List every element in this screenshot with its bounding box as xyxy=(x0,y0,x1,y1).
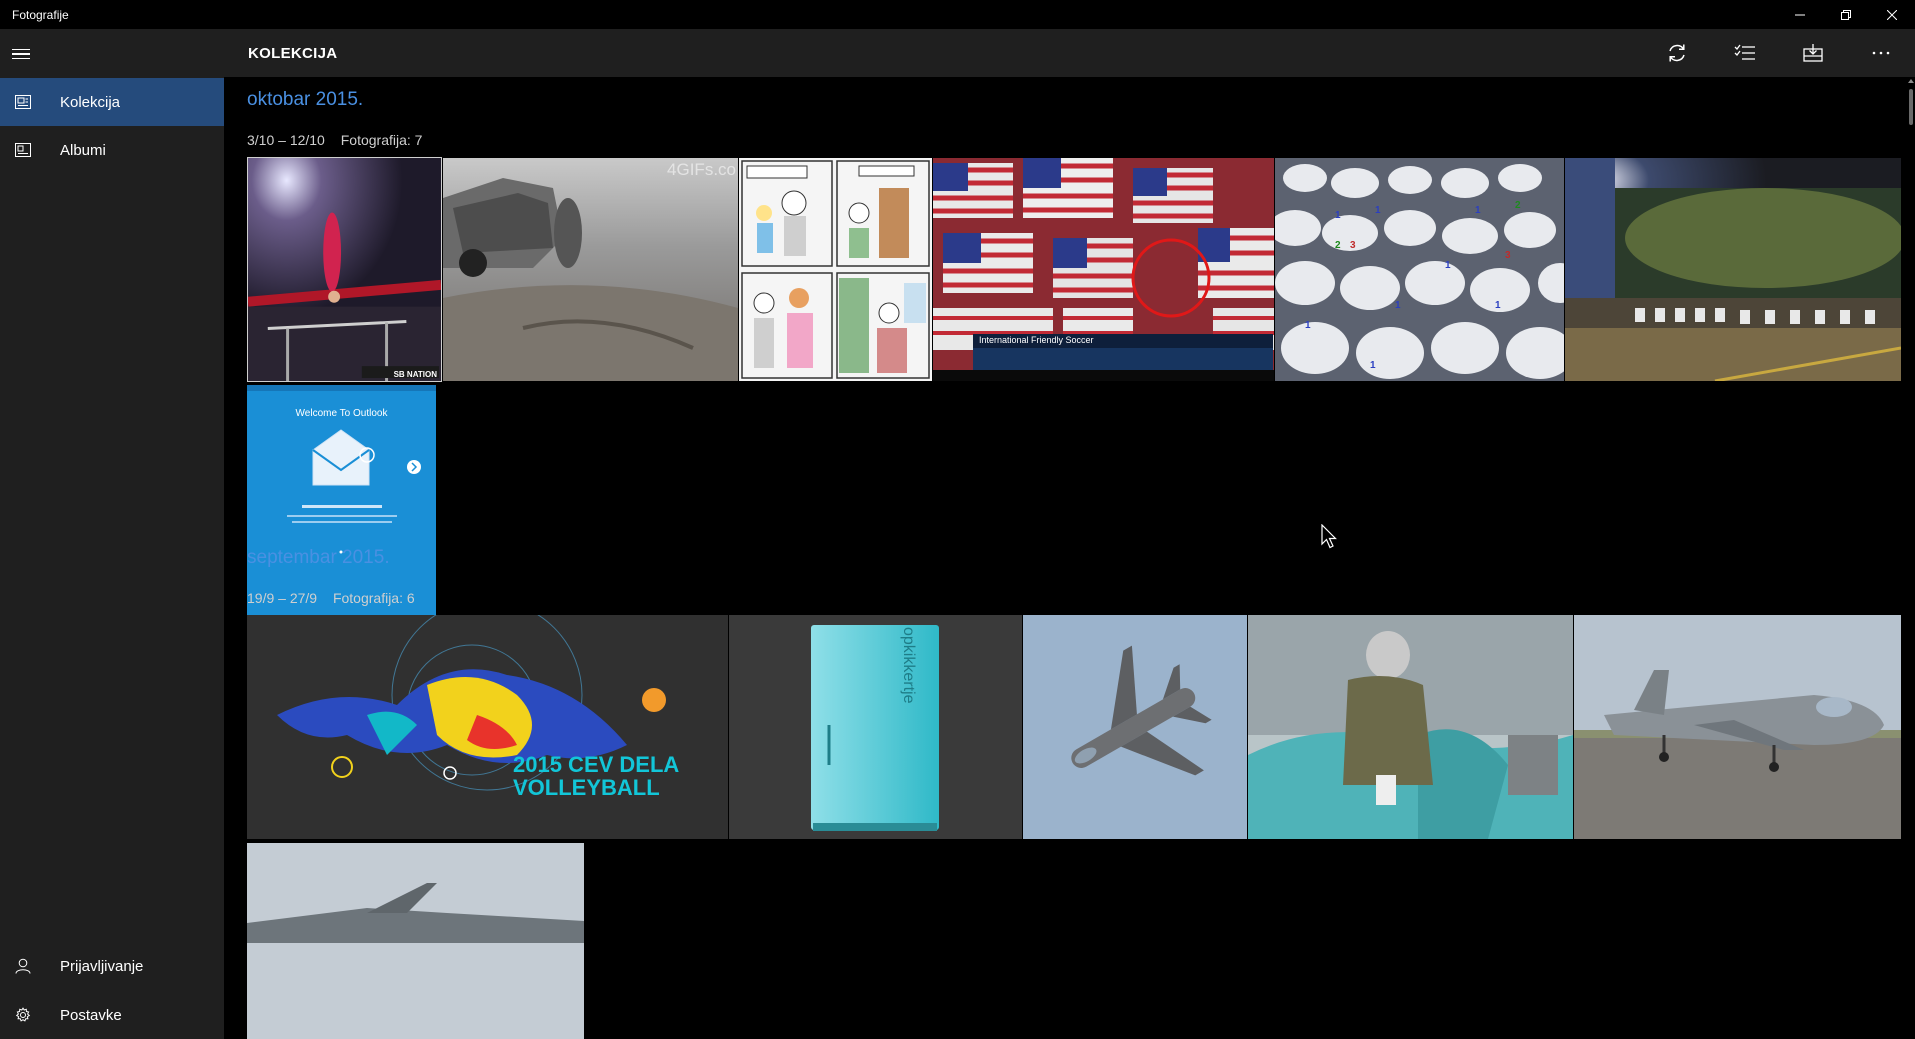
volleyball-poster-image xyxy=(247,615,728,839)
photo-thumbnail-jet-ground[interactable] xyxy=(1574,615,1901,839)
watermark-text: SB NATION xyxy=(393,370,437,379)
svg-text:1: 1 xyxy=(1475,205,1481,216)
restore-button[interactable] xyxy=(1823,0,1869,29)
import-button[interactable] xyxy=(1779,29,1847,77)
collection-view: oktobar 2015. 3/10 – 12/10 Fotografija: … xyxy=(224,77,1915,1039)
photo-thumbnail-gymnastics[interactable]: SB NATION xyxy=(247,157,442,382)
sidebar-item-label: Kolekcija xyxy=(60,93,121,111)
close-icon xyxy=(1887,9,1897,20)
jet-sky-image xyxy=(1023,615,1247,839)
date-range: 19/9 – 27/9 xyxy=(247,590,318,606)
svg-text:1: 1 xyxy=(1375,205,1381,216)
svg-text:2: 2 xyxy=(1335,240,1341,251)
photo-thumbnail-comic[interactable] xyxy=(739,158,932,381)
crowd-prayer-image: 1 12 3 1 213 11 11 xyxy=(1275,158,1564,381)
scrollbar-thumb[interactable] xyxy=(1909,89,1913,125)
comic-image xyxy=(739,158,932,381)
gymnastics-image xyxy=(248,158,441,381)
jet-partial-image xyxy=(247,843,584,1039)
month-header[interactable]: septembar 2015. xyxy=(247,547,390,569)
sidebar-item-collection[interactable]: Kolekcija xyxy=(0,78,224,126)
photo-count: Fotografija: 6 xyxy=(332,590,415,606)
flags-crowd-image xyxy=(933,158,1274,381)
photo-thumbnail-flags-crowd[interactable]: International Friendly Soccer xyxy=(933,158,1274,381)
more-icon xyxy=(1872,51,1890,55)
minimize-icon xyxy=(1795,14,1805,15)
svg-text:1: 1 xyxy=(1305,320,1311,331)
window-controls xyxy=(1777,0,1915,29)
photo-thumbnail-crowd-prayer[interactable]: 1123 1213 1111 xyxy=(1275,158,1564,381)
minimize-button[interactable] xyxy=(1777,0,1823,29)
watermark-text: 4GIFs.co xyxy=(667,160,736,179)
select-button[interactable] xyxy=(1711,29,1779,77)
sidebar-item-sign-in[interactable]: Prijavljivanje xyxy=(0,942,224,990)
photo-count: Fotografija: 7 xyxy=(340,132,423,148)
title-bar: Fotografije xyxy=(0,0,1915,29)
toolbar xyxy=(1643,29,1915,77)
svg-text:3: 3 xyxy=(1350,240,1356,251)
scroll-up-icon[interactable] xyxy=(1908,79,1914,83)
app-title: Fotografije xyxy=(12,7,69,22)
svg-text:3: 3 xyxy=(1505,250,1511,261)
sidebar: Kolekcija Albumi Prijavljivanje Postavke xyxy=(0,29,224,1039)
poster-title-text: 2015 CEV DELA VOLLEYBALL xyxy=(513,752,679,801)
fridge-image xyxy=(729,615,1022,839)
refresh-button[interactable] xyxy=(1643,29,1711,77)
date-range: 3/10 – 12/10 xyxy=(247,132,325,148)
sidebar-item-settings[interactable]: Postavke xyxy=(0,991,224,1039)
person-icon xyxy=(0,958,60,974)
collection-icon xyxy=(0,95,60,109)
photo-thumbnail-pilot-cockpit[interactable] xyxy=(1248,615,1573,839)
more-button[interactable] xyxy=(1847,29,1915,77)
refresh-icon xyxy=(1669,44,1685,62)
mouse-cursor-icon xyxy=(1321,524,1337,549)
svg-text:1: 1 xyxy=(1395,300,1401,311)
photo-thumbnail-car-mud[interactable]: 4GIFs.co xyxy=(443,158,738,381)
close-button[interactable] xyxy=(1869,0,1915,29)
svg-text:2: 2 xyxy=(1515,200,1521,211)
svg-text:1: 1 xyxy=(1335,210,1341,221)
month-subtitle: 3/10 – 12/10 Fotografija: 7 xyxy=(247,132,422,148)
pilot-cockpit-image xyxy=(1248,615,1573,839)
page-header: KOLEKCIJA xyxy=(224,29,1915,77)
month-header[interactable]: oktobar 2015. xyxy=(247,89,363,111)
select-icon xyxy=(1734,44,1755,60)
outlook-welcome-text: Welcome To Outlook xyxy=(295,408,388,419)
hamburger-menu-icon[interactable] xyxy=(12,43,34,65)
tv-caption-text: International Friendly Soccer xyxy=(979,335,1094,345)
svg-text:1: 1 xyxy=(1495,300,1501,311)
import-icon xyxy=(1803,44,1823,62)
sidebar-item-label: Prijavljivanje xyxy=(60,957,144,975)
sidebar-item-albums[interactable]: Albumi xyxy=(0,126,224,174)
restore-icon xyxy=(1841,9,1851,20)
gear-icon xyxy=(0,1007,60,1023)
photo-thumbnail-night-street[interactable] xyxy=(1565,158,1901,381)
scrollbar[interactable] xyxy=(1907,77,1915,1039)
page-title: KOLEKCIJA xyxy=(248,44,338,62)
month-subtitle: 19/9 – 27/9 Fotografija: 6 xyxy=(247,590,415,606)
fridge-text: opkikkertje xyxy=(900,627,917,704)
photo-thumbnail-fridge[interactable]: opkikkertje xyxy=(729,615,1022,839)
sidebar-item-label: Albumi xyxy=(60,141,106,159)
night-street-image xyxy=(1565,158,1901,381)
car-mud-image xyxy=(443,158,738,381)
svg-text:1: 1 xyxy=(1370,360,1376,371)
photo-thumbnail-volleyball[interactable]: 2015 CEV DELA VOLLEYBALL xyxy=(247,615,728,839)
photo-thumbnail-jet-sky[interactable] xyxy=(1023,615,1247,839)
sidebar-item-label: Postavke xyxy=(60,1006,122,1024)
album-icon xyxy=(0,143,60,157)
svg-text:1: 1 xyxy=(1445,260,1451,271)
photo-thumbnail-jet-partial[interactable] xyxy=(247,843,584,1039)
jet-ground-image xyxy=(1574,615,1901,839)
